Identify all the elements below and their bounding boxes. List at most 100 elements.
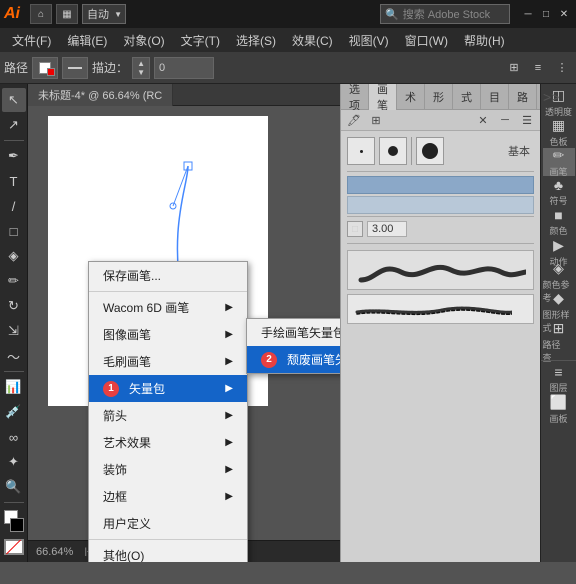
- rotate-tool[interactable]: ↻: [2, 294, 26, 318]
- paintbucket-tool[interactable]: ◈: [2, 244, 26, 268]
- zoom-tool[interactable]: 🔍: [2, 475, 26, 499]
- ctx-vector-pack[interactable]: 1 矢量包 ▶: [89, 375, 247, 402]
- direct-select-tool[interactable]: ↗: [2, 113, 26, 137]
- app-logo: Ai: [4, 5, 20, 23]
- panel-min-icon[interactable]: ─: [496, 112, 514, 128]
- zoom-display: 66.64%: [36, 546, 73, 558]
- menu-select[interactable]: 选择(S): [228, 28, 284, 52]
- warp-tool[interactable]: 〜: [2, 344, 26, 368]
- title-bar: Ai ⌂ ▦ 自动 🔍 搜索 Adobe Stock ─ □ ✕: [0, 0, 576, 28]
- ctx-border[interactable]: 边框 ▶: [89, 483, 247, 510]
- right-divider: [541, 360, 576, 361]
- brush-size-row: □ 3.00: [347, 221, 534, 237]
- more-options-icon[interactable]: ⋮: [552, 58, 572, 78]
- ctx-user-defined[interactable]: 用户定义: [89, 510, 247, 537]
- ctx-bristle-brush[interactable]: 毛刷画笔 ▶: [89, 348, 247, 375]
- type-tool[interactable]: T: [2, 169, 26, 193]
- toolbar: 路径 描边： ▲ ▼ 0 ⊞ ≡ ⋮: [0, 52, 576, 84]
- brush-preview2: [347, 294, 534, 324]
- arrange-dropdown[interactable]: 自动: [82, 4, 126, 24]
- right-symbols[interactable]: ♣ 符号: [543, 178, 575, 206]
- brush-none-option[interactable]: [347, 137, 375, 165]
- brush-color-row: [347, 176, 534, 194]
- right-swatches[interactable]: ▦ 色板: [543, 118, 575, 146]
- panel-header-icons: 🖊 ⊞ ✕ ─ ☰: [341, 110, 540, 131]
- brush-size-value[interactable]: 3.00: [367, 221, 407, 237]
- canvas-scroll[interactable]: 保存画笔... Wacom 6D 画笔 ▶ 图像画笔 ▶ 毛刷画笔 ▶: [28, 106, 340, 562]
- list-view-icon[interactable]: ≡: [528, 58, 548, 78]
- basic-label: 基本: [508, 143, 534, 159]
- tab-target[interactable]: 目: [481, 84, 509, 110]
- panel-stroke-icon[interactable]: 🖊: [345, 112, 363, 128]
- tab-art[interactable]: 术: [397, 84, 425, 110]
- ctx-image-brush[interactable]: 图像画笔 ▶: [89, 321, 247, 348]
- line-tool[interactable]: /: [2, 194, 26, 218]
- ctx-other[interactable]: 其他(O): [89, 542, 247, 562]
- tab-path[interactable]: 路: [509, 84, 537, 110]
- home-icon[interactable]: ⌂: [30, 4, 52, 24]
- grid-view-icon[interactable]: ⊞: [504, 58, 524, 78]
- right-layers[interactable]: ≡ 图层: [543, 365, 575, 393]
- sub-ctx-grunge[interactable]: 2 颓废画笔矢量包: [247, 346, 340, 373]
- main-area: ↖ ↗ ✒ T / □ ◈ ✏ ↻ ⇲ 〜 📊 💉 ∞ ✦ 🔍 未标题-4*: [0, 84, 576, 562]
- panel-link-icon[interactable]: ⊞: [367, 112, 385, 128]
- brush-options-row: 基本: [347, 137, 534, 165]
- right-panel: ◫ 透明度 ▦ 色板 ✏ 画笔 ♣ 符号 ■ 颜色 ▶ 动作 ◈ 颜色参考 ◆: [540, 84, 576, 562]
- menu-help[interactable]: 帮助(H): [456, 28, 513, 52]
- stroke-color-icon[interactable]: [32, 57, 58, 79]
- menu-effect[interactable]: 效果(C): [284, 28, 341, 52]
- menu-edit[interactable]: 编辑(E): [59, 28, 115, 52]
- brush-large-option[interactable]: [416, 137, 444, 165]
- right-brush[interactable]: ✏ 画笔: [543, 148, 575, 176]
- stroke-type-icon[interactable]: [62, 57, 88, 79]
- close-button[interactable]: ✕: [556, 6, 572, 22]
- layout-icon[interactable]: ▦: [56, 4, 78, 24]
- color-selector[interactable]: [2, 510, 26, 532]
- symbol-tool[interactable]: ✦: [2, 450, 26, 474]
- ctx-save-brush[interactable]: 保存画笔...: [89, 262, 247, 289]
- sub-ctx-handdrawn[interactable]: 手绘画笔矢量包: [247, 319, 340, 346]
- pen-tool[interactable]: ✒: [2, 144, 26, 168]
- ctx-arrow[interactable]: 箭头 ▶: [89, 402, 247, 429]
- menu-file[interactable]: 文件(F): [4, 28, 59, 52]
- maximize-button[interactable]: □: [538, 6, 554, 22]
- panel-divider: [347, 171, 534, 172]
- ctx-art-effect[interactable]: 艺术效果 ▶: [89, 429, 247, 456]
- brush-medium-option[interactable]: [379, 137, 407, 165]
- tab-style[interactable]: 式: [453, 84, 481, 110]
- document-tab-bar: 未标题-4* @ 66.64% (RC: [28, 84, 340, 106]
- right-artboards[interactable]: ⬜ 画板: [543, 395, 575, 423]
- scale-tool[interactable]: ⇲: [2, 319, 26, 343]
- menu-bar: 文件(F) 编辑(E) 对象(O) 文字(T) 选择(S) 效果(C) 视图(V…: [0, 28, 576, 52]
- select-tool[interactable]: ↖: [2, 88, 26, 112]
- adobe-stock-search[interactable]: 🔍 搜索 Adobe Stock: [380, 4, 510, 24]
- panel-close-icon[interactable]: ✕: [474, 112, 492, 128]
- menu-object[interactable]: 对象(O): [115, 28, 172, 52]
- ctx-wacom[interactable]: Wacom 6D 画笔 ▶: [89, 294, 247, 321]
- context-menu: 保存画笔... Wacom 6D 画笔 ▶ 图像画笔 ▶ 毛刷画笔 ▶: [88, 261, 248, 562]
- right-color[interactable]: ■ 颜色: [543, 208, 575, 236]
- menu-text[interactable]: 文字(T): [173, 28, 228, 52]
- ctx-decor[interactable]: 装饰 ▶: [89, 456, 247, 483]
- panel-more-btn[interactable]: >>: [537, 89, 565, 105]
- sub-context-menu: 手绘画笔矢量包 2 颓废画笔矢量包: [246, 318, 340, 374]
- stroke-value: 0: [154, 57, 214, 79]
- minimize-button[interactable]: ─: [520, 6, 536, 22]
- right-pathfinder[interactable]: ⊞ 路径查...: [543, 328, 575, 356]
- tab-options[interactable]: 选项: [341, 84, 369, 110]
- tab-shape[interactable]: 形: [425, 84, 453, 110]
- none-stroke-icon[interactable]: [4, 539, 24, 555]
- panel-menu-icon[interactable]: ☰: [518, 112, 536, 128]
- graph-tool[interactable]: 📊: [2, 375, 26, 399]
- blend-tool[interactable]: ∞: [2, 425, 26, 449]
- eyedropper-tool[interactable]: 💉: [2, 400, 26, 424]
- tab-brush[interactable]: 画笔: [369, 84, 397, 110]
- menu-view[interactable]: 视图(V): [341, 28, 397, 52]
- menu-window[interactable]: 窗口(W): [397, 28, 456, 52]
- rect-tool[interactable]: □: [2, 219, 26, 243]
- stroke-up-btn[interactable]: ▲ ▼: [132, 57, 150, 79]
- brush-color-row2: [347, 196, 534, 214]
- brush-size-icon: □: [347, 221, 363, 237]
- document-tab[interactable]: 未标题-4* @ 66.64% (RC: [28, 84, 173, 106]
- brush-tool[interactable]: ✏: [2, 269, 26, 293]
